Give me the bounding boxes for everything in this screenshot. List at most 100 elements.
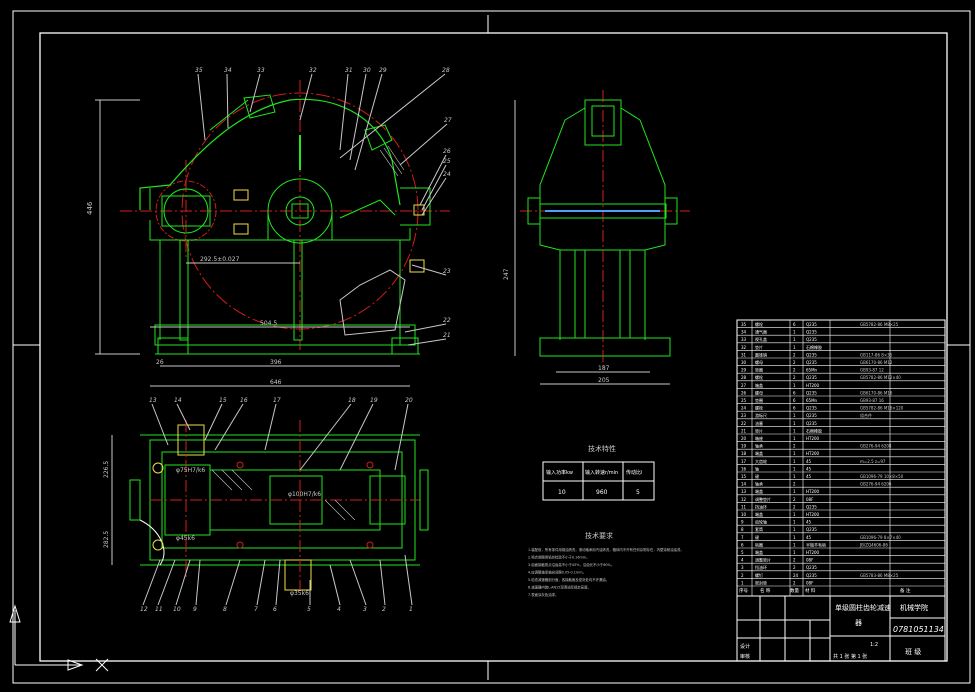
bom-cell: Q235 <box>806 375 817 380</box>
tech-req-line: 2.啮合侧隙用铅丝检验不小于0.16mm。 <box>528 555 589 560</box>
dim-top-d2: φ100H7/k6 <box>288 491 321 498</box>
bom-cell: 24 <box>741 406 747 411</box>
bom-cell: 6 <box>741 542 744 547</box>
bom-cell: 3 <box>741 565 744 570</box>
bom-row: 21 垫片 1 石棉橡胶 <box>741 427 822 433</box>
title-line2: 器 <box>855 619 862 627</box>
callout-front-29: 29 <box>379 67 387 74</box>
callout-top-7: 7 <box>254 606 258 613</box>
bom-cell: 1 <box>793 451 796 456</box>
dim-side-w2: 205 <box>598 377 610 384</box>
tech-req-line: 3.齿面接触斑点沿齿高不小于45%，沿齿长不小于60%。 <box>528 562 614 567</box>
bom-cell: 27 <box>741 383 747 388</box>
bom-cell: 29 <box>741 368 747 373</box>
bom-cell: 12 <box>741 497 747 502</box>
bom-cell: HT200 <box>806 383 820 388</box>
bom-cell: 21 <box>741 428 747 433</box>
bom-cell: 6 <box>793 322 796 327</box>
bom-row: 23 游标尺 1 Q235 组合件 <box>741 412 872 418</box>
bom-cell: 调整垫片 <box>755 496 771 502</box>
callout-top-4: 4 <box>337 606 341 613</box>
callout-top-6: 6 <box>273 606 277 613</box>
bom-cell: JB/ZQ4606-86 <box>859 542 888 547</box>
bom-cell: GB93-87 16 <box>860 398 884 403</box>
bom-cell: 游标尺 <box>755 412 767 418</box>
bom-cell: GB6170-86 M12 <box>860 360 893 365</box>
callout-front-26: 26 <box>443 148 451 155</box>
bom-row: 32 垫片 1 石棉橡胶 <box>741 344 822 350</box>
checked-label: 审核 <box>740 653 750 660</box>
bom-cell: 1 <box>793 535 796 540</box>
school-name: 机械学院 <box>900 603 928 612</box>
bom-cell: GB93-87 12 <box>860 368 884 373</box>
tech-spec-table: 技术特性 输入功率kw 输入转速r/min 传动比i 10 960 5 <box>542 444 655 501</box>
callout-top-18: 18 <box>348 397 356 404</box>
bom-cell: 轴承 <box>755 443 763 449</box>
callout-top-19: 19 <box>370 397 378 404</box>
cad-drawing-viewport[interactable]: 446 292.5±0.027 504.5 396 26 646 35 34 33 3… <box>0 0 975 688</box>
bom-cell: 端盖 <box>755 488 763 494</box>
bom-cell: Q235 <box>806 504 817 509</box>
bom-cell: 6 <box>793 398 796 403</box>
bom-row: 15 键 1 45 GB1096-79 10×8×50 <box>741 473 904 479</box>
bom-cell: 2 <box>741 573 744 578</box>
bom-cell: 19 <box>741 444 747 449</box>
bom-cell: 1 <box>793 436 796 441</box>
bom-cell: 1 <box>793 330 796 335</box>
bom-cell: 2 <box>793 482 796 487</box>
bom-cell: 6 <box>793 390 796 395</box>
bom-cell: 33 <box>741 337 747 342</box>
bom-cell: 18 <box>741 451 747 456</box>
spec-header-0: 输入功率kw <box>546 469 573 476</box>
bom-cell: Q235 <box>806 360 817 365</box>
bom-cell: 石棉橡胶 <box>806 427 822 433</box>
bom-cell: 轴承 <box>755 481 763 487</box>
bom-row: 7 键 1 45 GB1096-79 8×7×40 <box>741 534 901 540</box>
bom-cell: 挡油环 <box>755 564 767 570</box>
tech-req-line: 1.装配前，所有零件用煤油清洗，滚动轴承用汽油清洗，箱体内不许有任何杂物存在，内… <box>528 547 684 552</box>
title-line1: 单级圆柱齿轮减速 <box>835 603 891 612</box>
bom-cell: 2 <box>793 504 796 509</box>
bom-cell: 9 <box>741 520 744 525</box>
top-view: 226.5 282.5 φ75H7/k6 φ100H7/k6 φ45k6 φ35… <box>103 397 429 613</box>
bom-cell: 箱座 <box>755 435 763 441</box>
bom-cell: GB5783-86 M8×25 <box>860 573 899 578</box>
bom-cell: 26 <box>741 390 747 395</box>
bom-row: 24 螺栓 6 Q235 GB5782-86 M16×120 <box>741 405 904 411</box>
bom-cell: 1 <box>793 337 796 342</box>
bom-cell: 油塞 <box>755 420 763 426</box>
bom-cell: 螺栓 <box>755 405 763 411</box>
bom-cell: 1 <box>793 550 796 555</box>
bom-cell: 1 <box>793 474 796 479</box>
bom-cell: 端盖 <box>755 549 763 555</box>
bom-cell: 2 <box>793 352 796 357</box>
outer-frame <box>12 10 971 684</box>
bom-cell: 1 <box>793 512 796 517</box>
bom-cell: 端盖 <box>755 511 763 517</box>
callout-top-20: 20 <box>405 397 413 404</box>
bom-cell: 2 <box>793 368 796 373</box>
bom-cell: 17 <box>741 459 747 464</box>
bom-cell: Q235 <box>806 565 817 570</box>
tech-requirements: 技术要求 1.装配前，所有零件用煤油清洗，滚动轴承用汽油清洗，箱体内不许有任何杂… <box>528 531 684 597</box>
bom-cell: Q235 <box>806 352 817 357</box>
callout-top-11: 11 <box>155 606 163 613</box>
callout-front-23: 23 <box>443 268 451 275</box>
bom-cell: 螺母 <box>755 389 763 395</box>
bom-cell: 08F <box>806 497 814 502</box>
bom-cell: Q235 <box>806 406 817 411</box>
bom-row: 25 垫圈 6 65Mn GB93-87 16 <box>741 397 884 403</box>
bom-cell: 65Mn <box>806 368 818 373</box>
bom-cell: 2 <box>793 558 796 563</box>
bom-row: 22 油塞 1 Q235 <box>741 420 817 426</box>
bom-cell: GB1096-79 10×8×50 <box>860 474 904 479</box>
bom-row: 14 轴承 2 GB276-94 6206 <box>741 481 892 487</box>
bom-cell: 2 <box>793 375 796 380</box>
bom-cell: GB276-94 6208 <box>860 444 892 449</box>
bom-cell: 挡油环 <box>755 503 767 509</box>
bom-cell: Q235 <box>806 527 817 532</box>
tech-req-line: 7.表面涂灰色油漆。 <box>528 592 558 597</box>
bom-cell: 垫圈 <box>755 367 763 373</box>
callout-front-30: 30 <box>363 67 371 74</box>
callout-front-27: 27 <box>444 117 452 124</box>
